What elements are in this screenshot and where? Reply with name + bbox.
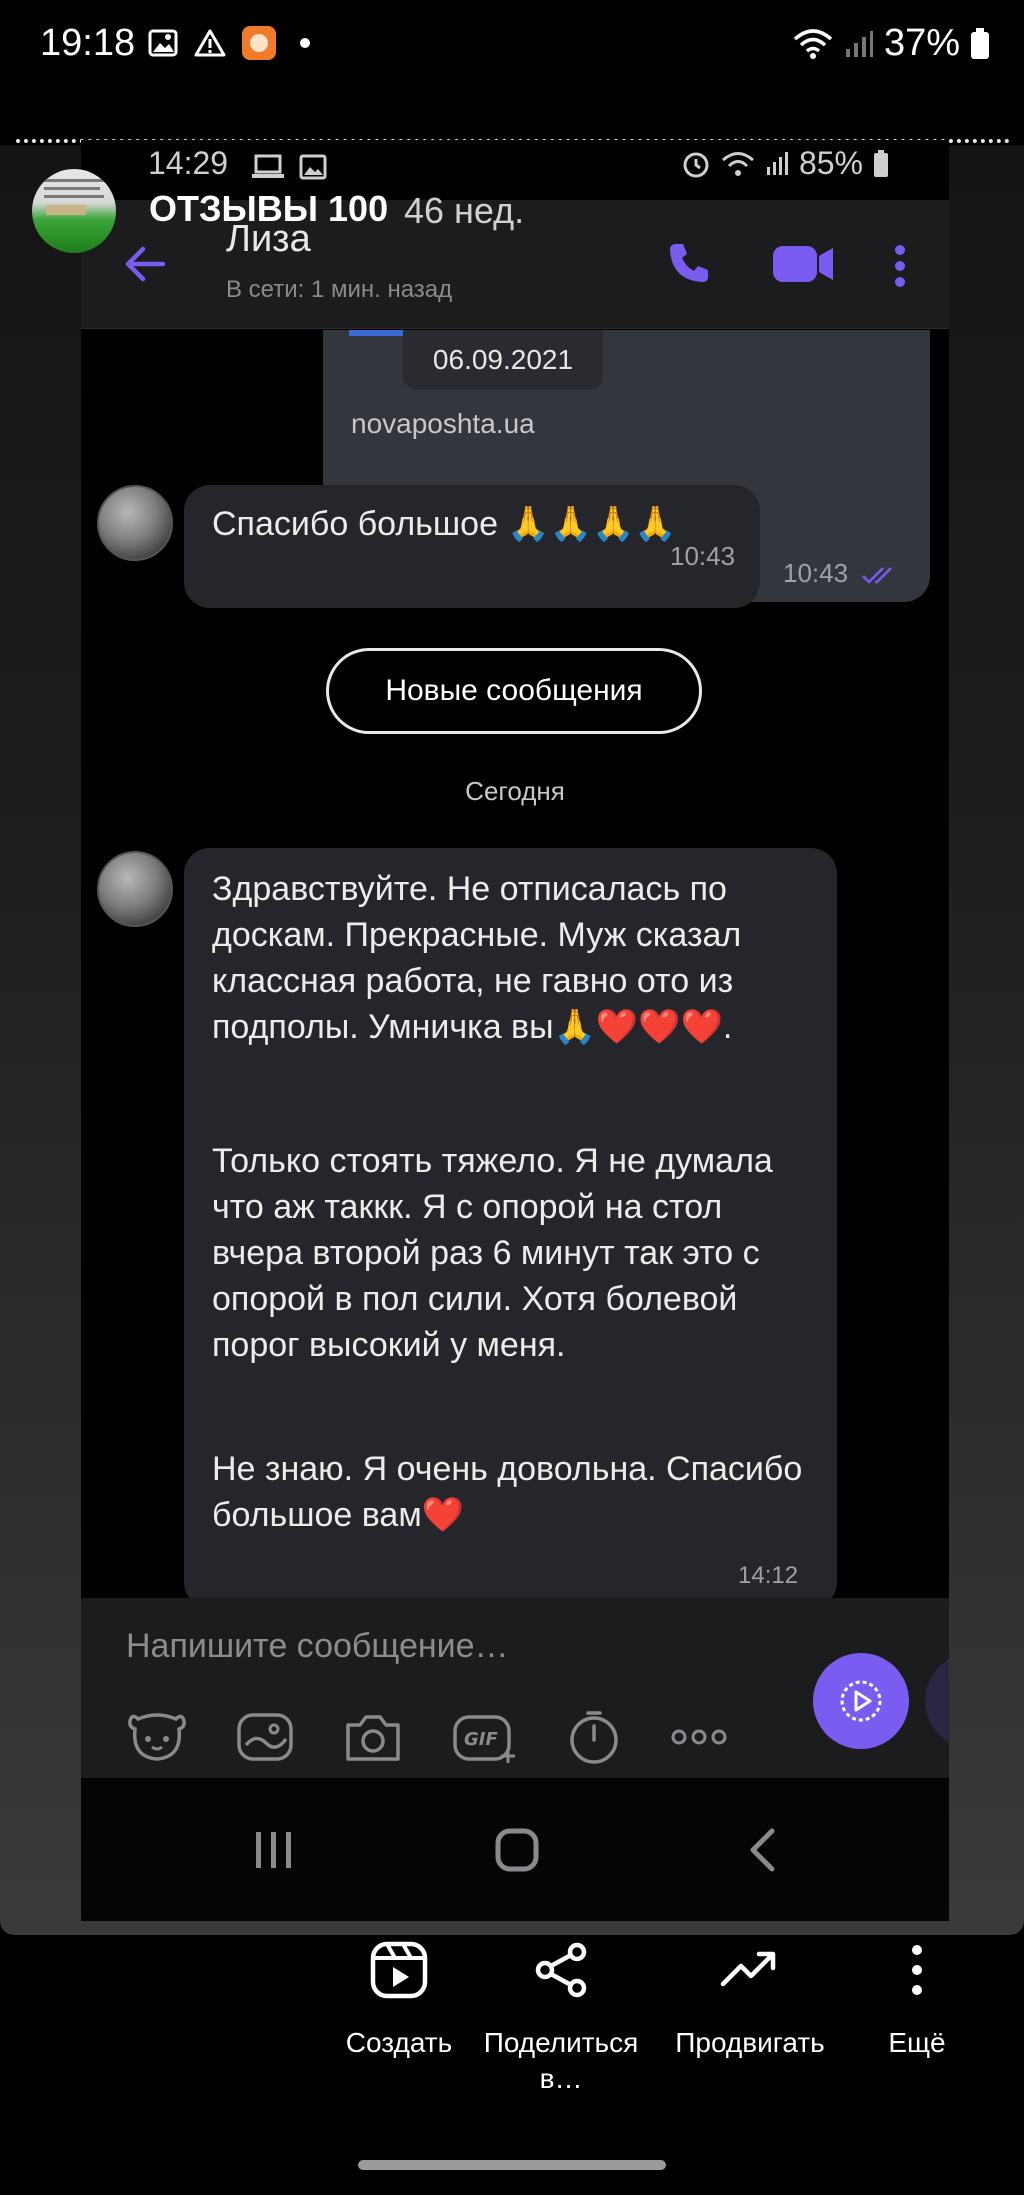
gallery-icon xyxy=(299,154,327,180)
story-screenshot: 14:29 85% Лиза В сети: 1 мин. назад 06.0… xyxy=(81,140,949,1921)
more-vertical-icon xyxy=(912,1945,922,1995)
timer-icon[interactable] xyxy=(566,1708,622,1766)
send-icon xyxy=(840,1680,882,1722)
camera-icon[interactable] xyxy=(342,1709,404,1765)
more-notifications-dot xyxy=(300,38,310,48)
home-indicator[interactable] xyxy=(358,2160,666,2170)
inner-status-right: 85% xyxy=(681,145,889,182)
story-age: 46 нед. xyxy=(404,190,525,231)
promote-action[interactable]: Продвигать xyxy=(665,1940,835,2061)
inner-notification-icons xyxy=(251,154,327,180)
author-avatar[interactable] xyxy=(32,169,116,253)
promote-label: Продвигать xyxy=(675,2027,825,2058)
wifi-icon xyxy=(793,28,833,59)
read-checkmarks-icon xyxy=(862,567,892,584)
story-account-name[interactable]: ОТЗЫВЫ 100 xyxy=(149,188,388,230)
contact-status: В сети: 1 мин. назад xyxy=(226,276,453,303)
app-notification-icon xyxy=(242,26,276,60)
gallery-icon[interactable] xyxy=(236,1709,294,1765)
trending-up-icon xyxy=(720,1951,776,1987)
more-label: Ещё xyxy=(888,2027,946,2058)
new-messages-button[interactable]: Новые сообщения xyxy=(326,648,702,734)
battery-icon xyxy=(971,27,989,59)
incoming-message[interactable]: Спасибо большое 🙏🙏🙏🙏 10:43 xyxy=(184,485,760,608)
wifi-icon xyxy=(721,151,754,176)
alarm-icon xyxy=(683,152,709,177)
status-bar: 19:18 37% xyxy=(0,0,1024,90)
inner-status-time: 14:29 xyxy=(148,145,229,181)
signal-icon xyxy=(845,30,873,57)
share-action[interactable]: Поделиться в… xyxy=(476,1940,646,2097)
message-text: Спасибо большое 🙏🙏🙏🙏 xyxy=(212,505,677,543)
battery-icon xyxy=(874,149,888,177)
recent-apps-icon[interactable] xyxy=(253,1830,295,1870)
incoming-message[interactable]: Здравствуйте. Не отписалась по доскам. П… xyxy=(184,848,837,1608)
notification-icons xyxy=(148,26,310,60)
reels-icon xyxy=(370,1941,428,1999)
overflow-menu-icon[interactable] xyxy=(893,244,907,288)
sender-avatar[interactable] xyxy=(97,485,173,561)
message-time: 14:12 xyxy=(738,1562,799,1589)
message-paragraph: Только стоять тяжело. Я не думала что аж… xyxy=(212,1142,783,1364)
composer-toolbar: GIF xyxy=(126,1708,728,1766)
sticker-icon[interactable] xyxy=(126,1709,188,1765)
signal-icon xyxy=(766,151,788,175)
date-divider: Сегодня xyxy=(465,776,565,806)
phone-call-icon[interactable] xyxy=(666,240,712,286)
create-action[interactable]: Создать xyxy=(314,1940,484,2061)
message-time: 10:43 xyxy=(670,541,736,571)
gif-icon[interactable]: GIF xyxy=(452,1709,518,1765)
home-icon[interactable] xyxy=(495,1828,539,1872)
inner-battery-percent: 85% xyxy=(798,145,863,181)
message-paragraph: Здравствуйте. Не отписалась по доскам. П… xyxy=(212,870,751,1046)
back-arrow-icon[interactable] xyxy=(123,244,167,284)
status-time: 19:18 xyxy=(40,22,136,64)
more-action[interactable]: Ещё xyxy=(832,1940,1002,2061)
back-icon[interactable] xyxy=(747,1828,777,1872)
date-chip: 06.09.2021 xyxy=(403,330,603,390)
inner-navigation-bar xyxy=(81,1780,949,1921)
sender-avatar[interactable] xyxy=(97,851,173,927)
share-label: Поделиться в… xyxy=(483,2027,639,2094)
status-right: 37% xyxy=(792,22,990,65)
message-time: 10:43 xyxy=(783,558,849,588)
message-paragraph: Не знаю. Я очень довольна. Спасибо больш… xyxy=(212,1450,812,1534)
gallery-icon xyxy=(148,29,178,57)
svg-text:GIF: GIF xyxy=(464,1729,498,1750)
warning-icon xyxy=(194,29,226,57)
more-options-icon[interactable] xyxy=(670,1727,728,1747)
create-label: Создать xyxy=(345,2027,453,2058)
link-domain[interactable]: novaposhta.ua xyxy=(351,408,535,440)
video-call-icon[interactable] xyxy=(771,242,835,286)
battery-percent: 37% xyxy=(883,22,960,64)
share-icon xyxy=(535,1942,587,1998)
message-input[interactable]: Напишите сообщение… xyxy=(126,1627,509,1666)
laptop-icon xyxy=(252,154,284,178)
send-button[interactable] xyxy=(813,1653,909,1749)
